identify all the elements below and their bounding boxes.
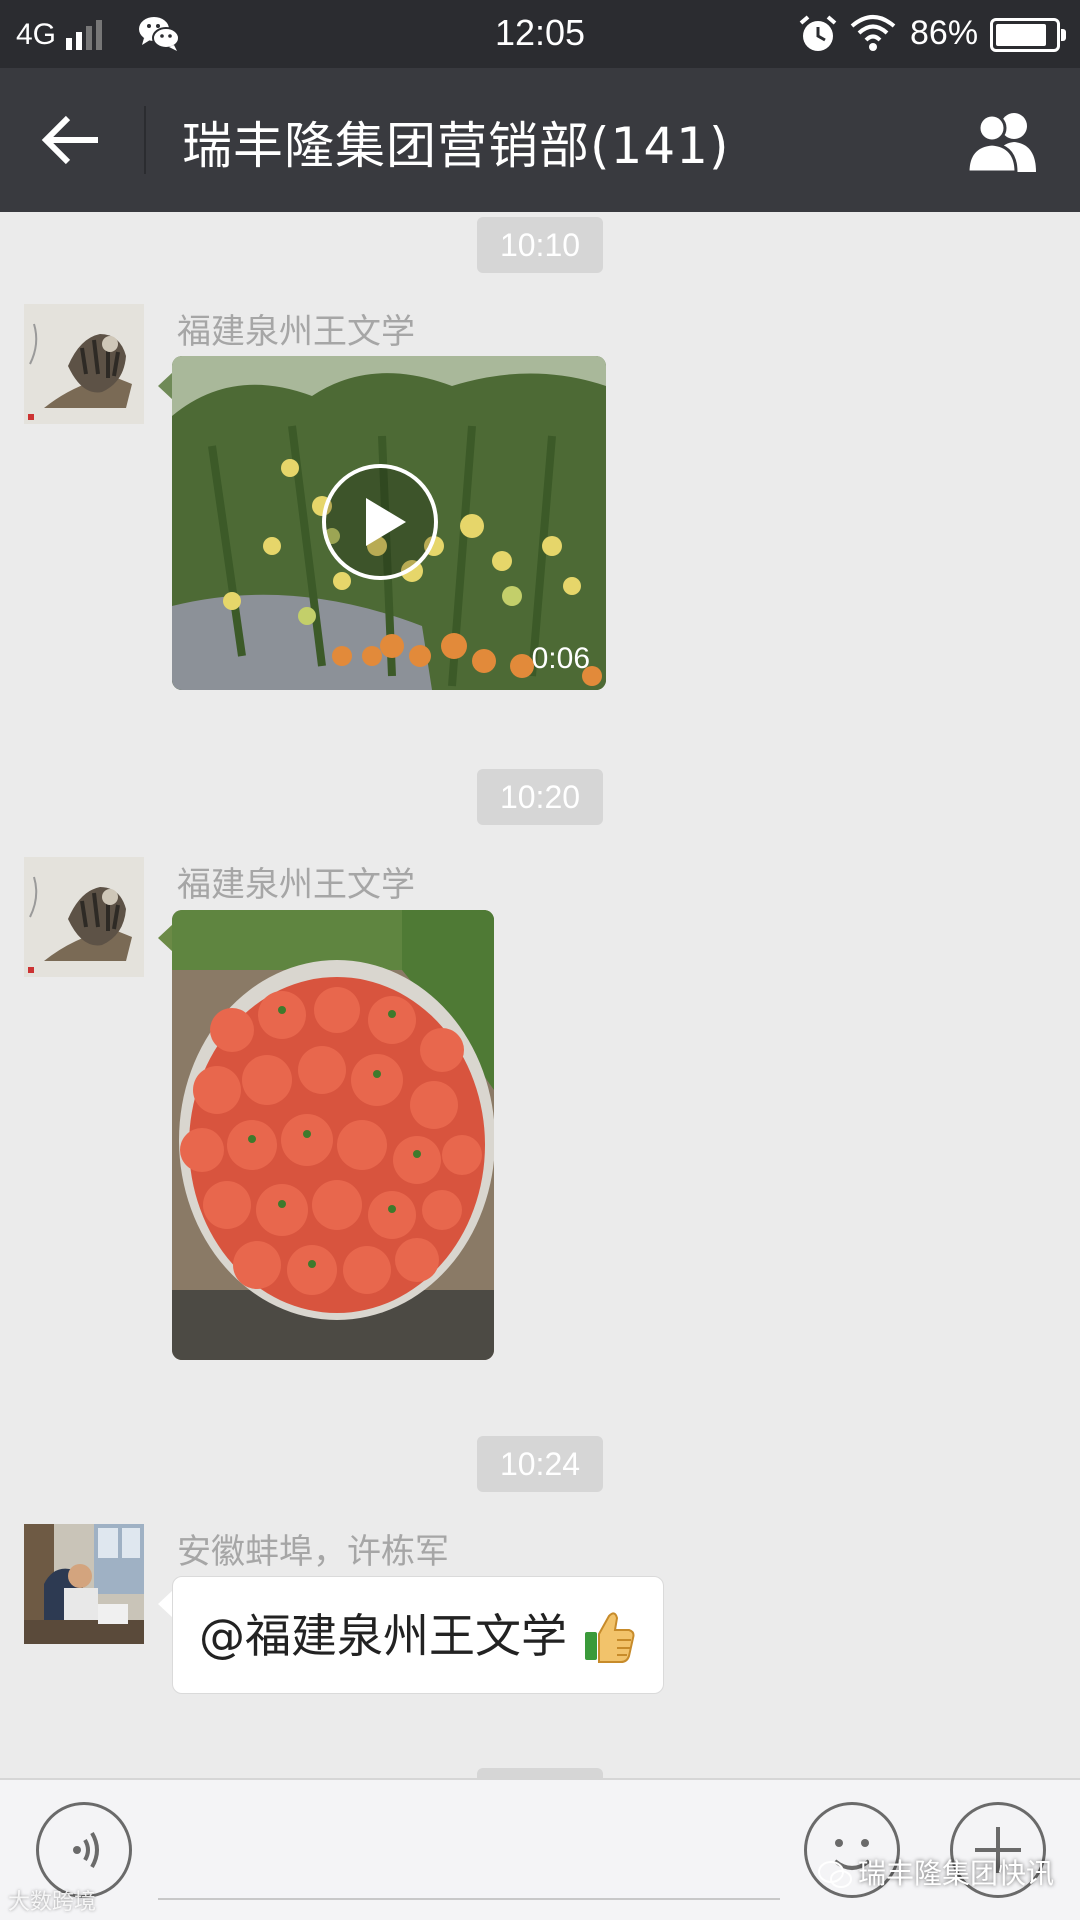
back-arrow-icon[interactable]	[40, 112, 104, 168]
message-tail	[158, 1590, 173, 1618]
sender-name: 福建泉州王文学	[177, 312, 415, 352]
battery-fill	[996, 24, 1046, 46]
message-tail	[158, 372, 173, 400]
chat-area[interactable]: 10:10 福建泉州王文学 0:06 10:20 福建泉州王文学 10:24 安…	[0, 212, 1080, 1778]
group-chat-title: 瑞丰隆集团营销部(141)	[182, 117, 730, 175]
message-tail	[158, 924, 173, 952]
video-duration: 0:06	[531, 642, 590, 675]
chat-header: 瑞丰隆集团营销部(141)	[0, 68, 1080, 212]
wechat-logo-icon	[818, 1861, 852, 1888]
watermark-right: 瑞丰隆集团快讯	[818, 1852, 1054, 1892]
sender-name: 安徽蚌埠，许栋军	[177, 1532, 449, 1572]
message-timestamp: 10:10	[477, 217, 603, 273]
play-icon[interactable]	[320, 462, 440, 582]
office-photo-avatar	[24, 1524, 144, 1644]
image-message[interactable]	[172, 910, 494, 1360]
tiger-painting-avatar	[24, 857, 144, 977]
avatar[interactable]	[24, 304, 144, 424]
message-input-field[interactable]	[158, 1898, 780, 1900]
avatar[interactable]	[24, 1524, 144, 1644]
message-text: @福建泉州王文学	[199, 1609, 567, 1663]
header-divider	[144, 106, 146, 174]
avatar[interactable]	[24, 857, 144, 977]
video-message[interactable]: 0:06	[172, 356, 606, 690]
battery-icon	[990, 18, 1066, 52]
wifi-icon	[850, 15, 896, 51]
message-timestamp-partial	[477, 1768, 603, 1778]
input-bar	[0, 1778, 1080, 1920]
message-timestamp: 10:20	[477, 769, 603, 825]
group-members-icon[interactable]	[964, 110, 1048, 172]
voice-icon	[73, 1831, 99, 1869]
battery-percent: 86%	[910, 14, 979, 52]
alarm-icon	[799, 15, 837, 51]
message-timestamp: 10:24	[477, 1436, 603, 1492]
status-bar: 4G 12:05 86%	[0, 0, 1080, 68]
tiger-painting-avatar	[24, 304, 144, 424]
watermark-left: 大数跨境	[8, 1890, 97, 1915]
thumbs-up-emoji-icon	[585, 1611, 635, 1663]
text-message-bubble[interactable]: @福建泉州王文学	[172, 1576, 664, 1694]
sender-name: 福建泉州王文学	[177, 865, 415, 905]
tomato-basket-photo	[172, 910, 494, 1360]
